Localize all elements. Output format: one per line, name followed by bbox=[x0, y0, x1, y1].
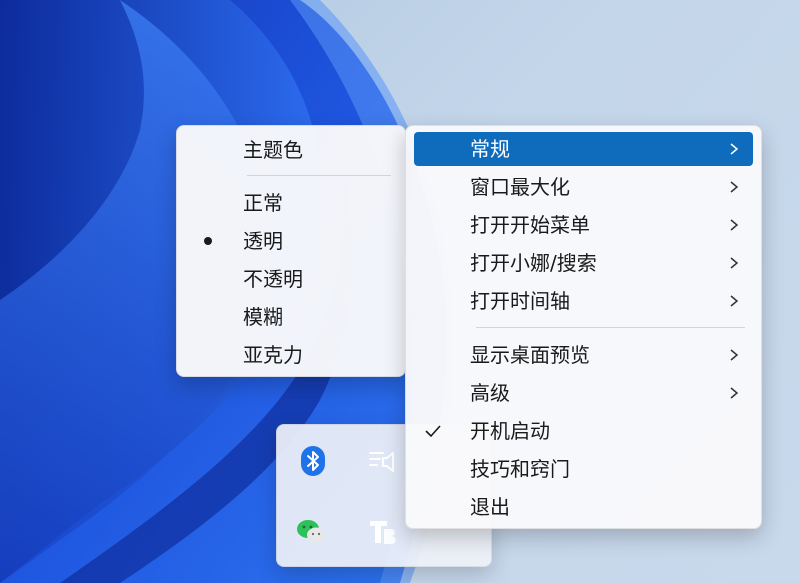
menu-item-label: 开机启动 bbox=[470, 419, 550, 443]
menu-item-tips-and-tricks[interactable]: 技巧和窍门 bbox=[414, 452, 753, 486]
tray-context-menu: 常规 窗口最大化 打开开始菜单 打开小娜/搜索 打开时间轴 显示桌面预览 高级 … bbox=[405, 125, 762, 529]
chevron-right-icon bbox=[730, 219, 739, 231]
menu-item-label: 打开开始菜单 bbox=[470, 213, 590, 237]
theme-option-transparent[interactable]: 透明 bbox=[183, 224, 401, 258]
chevron-right-icon bbox=[730, 181, 739, 193]
menu-item-general[interactable]: 常规 bbox=[414, 132, 753, 166]
menu-item-open-start-menu[interactable]: 打开开始菜单 bbox=[414, 208, 753, 242]
chevron-right-icon bbox=[730, 257, 739, 269]
theme-color-submenu: 主题色 正常 透明 不透明 模糊 亚克力 bbox=[176, 125, 406, 377]
menu-item-label: 常规 bbox=[470, 137, 510, 161]
theme-menu-header-label: 主题色 bbox=[243, 138, 303, 162]
menu-item-label: 高级 bbox=[470, 381, 510, 405]
checkmark-icon bbox=[425, 425, 441, 438]
selected-bullet-icon bbox=[204, 237, 212, 245]
chevron-right-icon bbox=[730, 349, 739, 361]
theme-option-normal[interactable]: 正常 bbox=[183, 186, 401, 220]
menu-item-run-at-startup[interactable]: 开机启动 bbox=[414, 414, 753, 448]
menu-item-label: 显示桌面预览 bbox=[470, 343, 590, 367]
chevron-right-icon bbox=[730, 143, 739, 155]
menu-item-open-timeline[interactable]: 打开时间轴 bbox=[414, 284, 753, 318]
theme-option-label: 正常 bbox=[243, 191, 283, 215]
chevron-right-icon bbox=[730, 295, 739, 307]
bluetooth-icon[interactable] bbox=[297, 445, 329, 477]
theme-menu-header: 主题色 bbox=[183, 133, 401, 167]
menu-item-exit[interactable]: 退出 bbox=[414, 490, 753, 524]
theme-option-label: 亚克力 bbox=[243, 343, 303, 367]
menu-item-label: 退出 bbox=[470, 495, 510, 519]
theme-option-label: 模糊 bbox=[243, 305, 283, 329]
theme-option-acrylic[interactable]: 亚克力 bbox=[183, 338, 401, 372]
menu-item-open-cortana-search[interactable]: 打开小娜/搜索 bbox=[414, 246, 753, 280]
menu-item-show-desktop-peek[interactable]: 显示桌面预览 bbox=[414, 338, 753, 372]
chevron-right-icon bbox=[730, 387, 739, 399]
menu-item-label: 窗口最大化 bbox=[470, 175, 570, 199]
wechat-icon[interactable] bbox=[295, 515, 327, 547]
menu-item-label: 打开时间轴 bbox=[470, 289, 570, 313]
theme-option-label: 透明 bbox=[243, 229, 283, 253]
theme-option-label: 不透明 bbox=[243, 267, 303, 291]
speaker-icon[interactable] bbox=[367, 445, 399, 477]
menu-item-label: 技巧和窍门 bbox=[470, 457, 570, 481]
main-menu-separator bbox=[476, 327, 745, 328]
theme-menu-separator bbox=[247, 175, 391, 176]
theme-option-opaque[interactable]: 不透明 bbox=[183, 262, 401, 296]
theme-option-blur[interactable]: 模糊 bbox=[183, 300, 401, 334]
menu-item-label: 打开小娜/搜索 bbox=[470, 251, 597, 275]
menu-item-advanced[interactable]: 高级 bbox=[414, 376, 753, 410]
menu-item-window-maximize[interactable]: 窗口最大化 bbox=[414, 170, 753, 204]
translucenttb-icon[interactable] bbox=[367, 515, 399, 547]
